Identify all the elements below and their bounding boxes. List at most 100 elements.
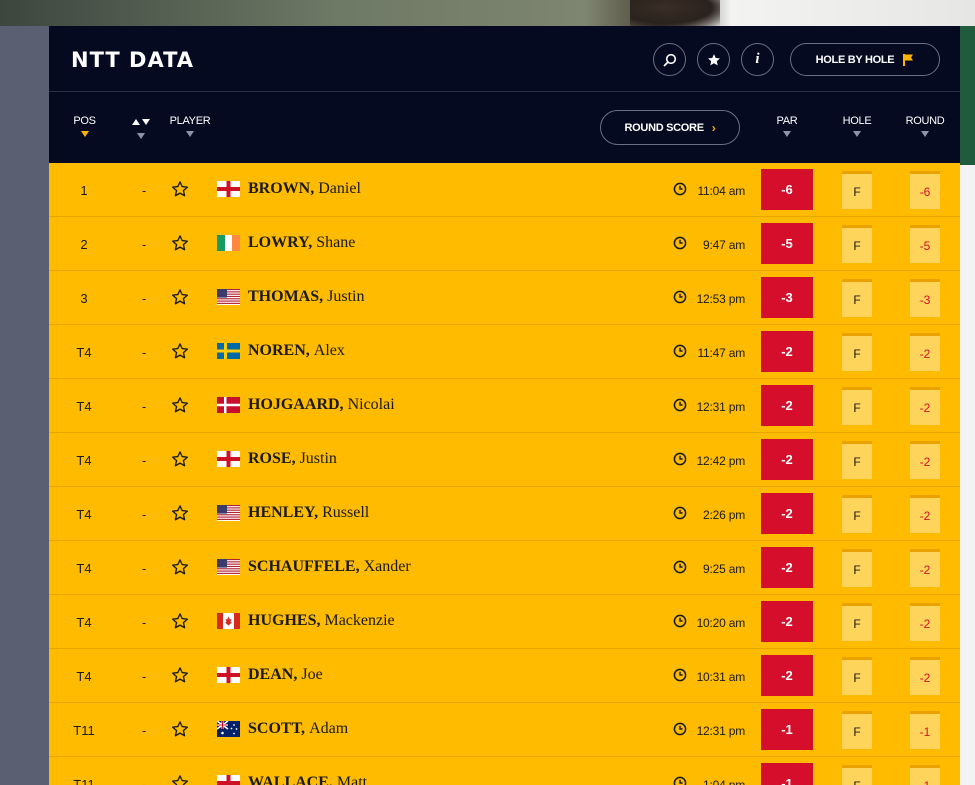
player-row[interactable]: 3 - THOMAS, Justin 12:53 pm -3 F -3 [49, 271, 960, 325]
par-score: -5 [761, 223, 813, 264]
player-name-link[interactable]: WALLACE, Matt [248, 774, 367, 785]
favourite-star-icon[interactable] [171, 180, 189, 198]
round-score: -2 [910, 387, 940, 425]
favourite-star-icon[interactable] [171, 396, 189, 414]
favourite-star-icon[interactable] [171, 774, 189, 785]
hole-by-hole-button[interactable]: HOLE BY HOLE [790, 43, 940, 76]
player-name-link[interactable]: BROWN, Daniel [248, 180, 361, 198]
clock-icon [673, 290, 687, 304]
player-first-name: Shane [316, 234, 356, 251]
denmark-flag-icon [217, 397, 240, 413]
player-name-link[interactable]: HOJGAARD, Nicolai [248, 396, 395, 414]
par-column-header[interactable]: PAR [771, 115, 803, 137]
player-name-link[interactable]: DEAN, Joe [248, 666, 323, 684]
player-last-name: HOJGAARD, [248, 396, 344, 413]
player-name-link[interactable]: HENLEY, Russell [248, 504, 369, 522]
position-value: T11 [73, 723, 95, 738]
round-score: -2 [910, 441, 940, 479]
clock-icon [673, 722, 687, 736]
player-row[interactable]: T4 - SCHAUFFELE, Xander 9:25 am -2 F -2 [49, 541, 960, 595]
player-name-link[interactable]: NOREN, Alex [248, 342, 345, 360]
round-score: -2 [910, 549, 940, 587]
round-column-header[interactable]: ROUND [902, 115, 948, 137]
australia-flag-icon [217, 721, 240, 737]
player-name-link[interactable]: LOWRY, Shane [248, 234, 355, 252]
position-value: T4 [76, 561, 92, 576]
par-score: -2 [761, 439, 813, 480]
player-row[interactable]: T4 - ROSE, Justin 12:42 pm -2 F -2 [49, 433, 960, 487]
search-button[interactable] [653, 43, 686, 76]
hole-status: F [842, 765, 872, 785]
info-button[interactable]: i [741, 43, 774, 76]
tee-time: 12:31 pm [696, 724, 746, 738]
hole-status: F [842, 387, 872, 425]
par-score: -3 [761, 277, 813, 318]
favourite-star-icon[interactable] [171, 558, 189, 576]
player-name-link[interactable]: SCHAUFFELE, Xander [248, 558, 411, 576]
player-name-link[interactable]: HUGHES, Mackenzie [248, 612, 395, 630]
ireland-flag-icon [217, 235, 240, 251]
hole-status: F [842, 279, 872, 317]
player-column-header[interactable]: PLAYER [167, 115, 213, 137]
par-score: -2 [761, 655, 813, 696]
round-score-button[interactable]: ROUND SCORE › [600, 110, 740, 145]
round-score: -1 [910, 765, 940, 785]
player-row[interactable]: T4 - NOREN, Alex 11:47 am -2 F -2 [49, 325, 960, 379]
chevron-right-icon: › [711, 120, 716, 135]
round-header-label: ROUND [905, 115, 945, 127]
leaderboard-panel: NTT DATA i HOLE BY HOLE POS PLAYER ROUND… [49, 26, 960, 785]
favourite-star-icon[interactable] [171, 504, 189, 522]
favourite-star-icon[interactable] [171, 720, 189, 738]
player-name-link[interactable]: SCOTT, Adam [248, 720, 348, 738]
hole-column-header[interactable]: HOLE [837, 115, 877, 137]
round-score: -2 [910, 495, 940, 533]
hero-image-strip [0, 0, 975, 26]
favourite-star-icon[interactable] [171, 342, 189, 360]
tee-time: 1:04 pm [703, 778, 745, 785]
tee-time: 10:31 am [696, 670, 746, 684]
position-value: 3 [80, 291, 88, 306]
sort-caret-icon [853, 131, 861, 137]
player-row[interactable]: T11 - WALLACE,Matt 1:04 pm -1 F -1 [49, 757, 960, 785]
favourite-star-icon[interactable] [171, 450, 189, 468]
player-last-name: LOWRY, [248, 234, 313, 251]
pos-column-header[interactable]: POS [67, 115, 102, 137]
player-row[interactable]: T4 - DEAN, Joe 10:31 am -2 F -2 [49, 649, 960, 703]
england-flag-icon [217, 181, 240, 197]
clock-icon [673, 668, 687, 682]
player-name-link[interactable]: ROSE, Justin [248, 450, 337, 468]
player-first-name: Justin [299, 450, 337, 467]
player-row[interactable]: T4 - HUGHES, Mackenzie 10:20 am -2 F -2 [49, 595, 960, 649]
player-row[interactable]: T11 - SCOTT, Adam 12:31 pm -1 F -1 [49, 703, 960, 757]
clock-icon [673, 614, 687, 628]
player-first-name: Joe [301, 666, 323, 683]
favourites-button[interactable] [697, 43, 730, 76]
movement-column-header[interactable] [131, 117, 151, 139]
player-last-name: WALLACE, [248, 774, 333, 785]
favourite-star-icon[interactable] [171, 612, 189, 630]
usa-flag-icon [217, 559, 240, 575]
favourite-star-icon[interactable] [171, 666, 189, 684]
player-row[interactable]: 1 - BROWN, Daniel 11:04 am -6 F -6 [49, 163, 960, 217]
favourite-star-icon[interactable] [171, 288, 189, 306]
player-last-name: SCHAUFFELE, [248, 558, 360, 575]
england-flag-icon [217, 451, 240, 467]
par-score: -6 [761, 169, 813, 210]
player-first-name: Alex [313, 342, 345, 359]
ntt-data-logo: NTT DATA [71, 48, 195, 72]
clock-icon [673, 560, 687, 574]
hole-status: F [842, 441, 872, 479]
favourite-star-icon[interactable] [171, 234, 189, 252]
clock-icon [673, 344, 687, 358]
par-score: -2 [761, 601, 813, 642]
movement-value: - [141, 507, 147, 522]
movement-value: - [141, 345, 147, 360]
player-row[interactable]: T4 - HOJGAARD, Nicolai 12:31 pm -2 F -2 [49, 379, 960, 433]
page-right-accent [960, 26, 975, 165]
player-row[interactable]: T4 - HENLEY, Russell 2:26 pm -2 F -2 [49, 487, 960, 541]
player-name-link[interactable]: THOMAS, Justin [248, 288, 364, 306]
player-row[interactable]: 2 - LOWRY, Shane 9:47 am -5 F -5 [49, 217, 960, 271]
round-score: -2 [910, 333, 940, 371]
hero-image-subject [630, 0, 720, 26]
flag-icon [903, 53, 914, 66]
